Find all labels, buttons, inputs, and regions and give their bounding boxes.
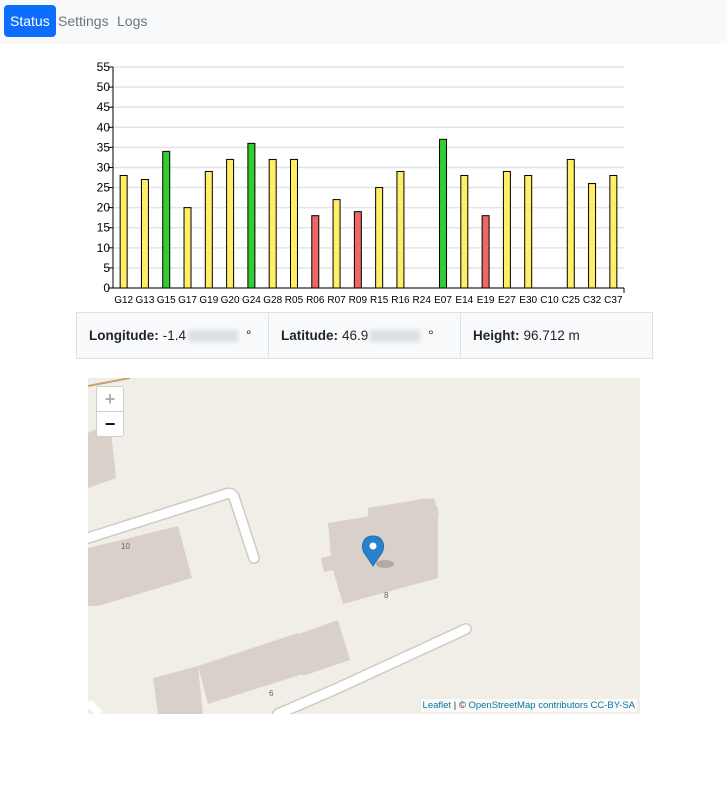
bar-e19	[481, 215, 490, 289]
latitude-value: 46.9	[342, 328, 369, 343]
bar-e07	[439, 138, 448, 289]
x-tick-label: E30	[519, 295, 537, 306]
height-label: Height:	[473, 328, 520, 343]
x-tick-label: G19	[199, 295, 218, 306]
x-tick-label: G28	[263, 295, 282, 306]
bar-e14	[460, 174, 469, 289]
building	[153, 666, 203, 714]
road	[88, 699, 103, 714]
x-tick-label: E27	[498, 295, 516, 306]
x-tick-label: R07	[327, 295, 346, 306]
y-tick-label: 45	[97, 100, 111, 114]
y-tick-label: 40	[97, 120, 111, 134]
x-tick-label: R05	[285, 295, 304, 306]
contributors-link[interactable]: contributors	[538, 700, 588, 711]
bar-r05	[289, 158, 298, 289]
x-tick-label: G15	[157, 295, 176, 306]
x-tick-label: E19	[477, 295, 495, 306]
x-tick-label: G17	[178, 295, 197, 306]
bar-g28	[268, 158, 277, 289]
height-value: 96.712 m	[523, 328, 580, 343]
x-tick-label: R09	[349, 295, 368, 306]
y-tick-label: 5	[103, 261, 110, 275]
x-tick-label: G24	[242, 295, 261, 306]
osm-link[interactable]: OpenStreetMap	[468, 700, 535, 711]
satellite-signal-chart: 0 5 10 15 20 25 30 35 40 45 50 55 G12 G13 G15 G17 G19 G20…	[97, 60, 625, 306]
bar-c25	[566, 158, 575, 289]
bar-r16	[396, 170, 405, 289]
x-tick-label: G13	[135, 295, 154, 306]
y-tick-label: 35	[97, 140, 111, 154]
bar-g13	[140, 179, 149, 289]
map-attribution: Leaflet | © OpenStreetMap contributors C…	[420, 699, 637, 712]
zoom-in-button[interactable]: +	[97, 387, 123, 412]
bar-g19	[204, 170, 213, 289]
x-tick-label: G20	[221, 295, 240, 306]
position-panel: Longitude: -1.4 ° Latitude: 46.9 ° Heigh…	[76, 312, 653, 359]
map-view[interactable]: 10 8 6 + − Leaflet | © OpenStreetMap con…	[88, 378, 640, 714]
y-tick-label: 15	[97, 221, 111, 235]
x-tick-label: C32	[583, 295, 602, 306]
x-tick-label: R16	[391, 295, 410, 306]
bar-g20	[226, 158, 235, 289]
latitude-cell: Latitude: 46.9 °	[268, 312, 461, 359]
house-number-10: 10	[121, 542, 130, 551]
map-tiles: 10 8 6	[88, 378, 472, 714]
x-tick-label: E14	[455, 295, 473, 306]
bar-g17	[183, 207, 192, 289]
longitude-label: Longitude:	[89, 328, 159, 343]
house-number-6: 6	[269, 689, 274, 698]
latitude-label: Latitude:	[281, 328, 338, 343]
y-tick-label: 20	[97, 201, 111, 215]
redacted-digits	[370, 329, 421, 342]
bar-c37	[609, 174, 618, 289]
license-link[interactable]: CC-BY-SA	[590, 700, 635, 711]
height-cell: Height: 96.712 m	[460, 312, 653, 359]
x-tick-label: C25	[562, 295, 581, 306]
x-tick-label: R06	[306, 295, 325, 306]
attribution-separator: | ©	[451, 700, 469, 711]
bar-c32	[588, 183, 597, 289]
x-tick-label: R15	[370, 295, 389, 306]
x-tick-label: G12	[114, 295, 133, 306]
bar-e27	[502, 170, 511, 289]
bar-g15	[162, 150, 171, 289]
x-tick-label: E07	[434, 295, 452, 306]
x-tick-label: R24	[413, 295, 432, 306]
latitude-unit: °	[428, 328, 434, 343]
y-tick-label: 25	[97, 181, 111, 195]
y-tick-label: 0	[103, 281, 110, 295]
bar-g24	[247, 142, 256, 289]
y-tick-label: 55	[97, 60, 111, 74]
longitude-value: -1.4	[162, 328, 186, 343]
zoom-control: + −	[96, 386, 124, 437]
building	[293, 620, 350, 676]
bar-g12	[119, 174, 128, 289]
redacted-digits	[188, 329, 238, 342]
longitude-cell: Longitude: -1.4 °	[76, 312, 269, 359]
bar-e30	[524, 174, 533, 289]
x-tick-label: C37	[604, 295, 623, 306]
road	[88, 378, 131, 387]
x-tick-label: C10	[540, 295, 559, 306]
y-tick-label: 10	[97, 241, 111, 255]
bar-r06	[311, 215, 320, 289]
longitude-unit: °	[246, 328, 252, 343]
bar-r09	[353, 211, 362, 289]
bar-r15	[375, 187, 384, 289]
zoom-out-button[interactable]: −	[97, 412, 123, 436]
y-tick-label: 50	[97, 80, 111, 94]
y-tick-label: 30	[97, 160, 111, 174]
bar-r07	[332, 199, 341, 289]
house-number-8: 8	[384, 591, 389, 600]
leaflet-link[interactable]: Leaflet	[423, 700, 452, 711]
building	[198, 633, 306, 704]
